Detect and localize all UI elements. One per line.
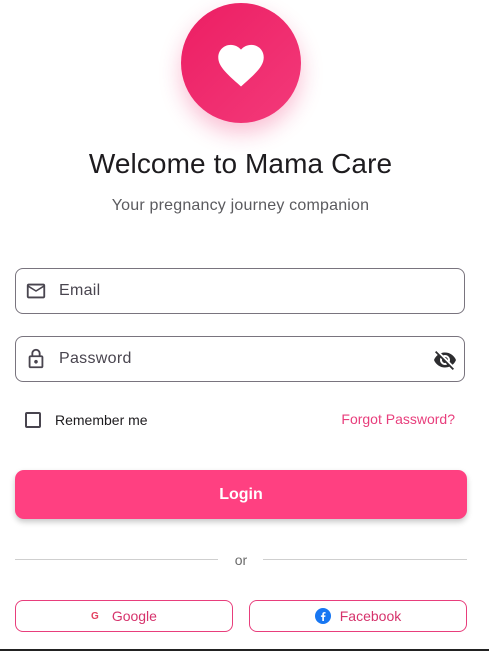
password-placeholder: Password bbox=[59, 350, 132, 367]
remember-me-checkbox[interactable] bbox=[25, 412, 41, 428]
app-logo bbox=[181, 3, 301, 123]
mail-icon bbox=[26, 283, 46, 299]
divider-label: or bbox=[234, 552, 248, 568]
facebook-button-label: Facebook bbox=[339, 608, 402, 624]
page-subtitle: Your pregnancy journey companion bbox=[111, 197, 370, 214]
facebook-login-button[interactable]: Facebook bbox=[249, 600, 467, 632]
page-title: Welcome to Mama Care bbox=[88, 148, 393, 179]
forgot-password-link[interactable]: Forgot Password? bbox=[341, 411, 455, 427]
lock-icon bbox=[28, 348, 44, 369]
google-icon: G bbox=[91, 610, 99, 622]
email-placeholder: Email bbox=[59, 282, 101, 299]
heart-icon bbox=[218, 44, 264, 87]
divider-left bbox=[15, 559, 218, 560]
google-login-button[interactable]: G Google bbox=[15, 600, 233, 632]
facebook-icon bbox=[314, 608, 331, 624]
login-button[interactable]: Login bbox=[15, 470, 467, 519]
email-field[interactable]: Email bbox=[15, 268, 465, 314]
divider-right bbox=[263, 559, 467, 560]
login-button-label: Login bbox=[219, 485, 263, 503]
remember-me-label: Remember me bbox=[55, 412, 148, 428]
visibility-off-icon[interactable] bbox=[433, 348, 457, 372]
remember-me-row: Remember me bbox=[25, 410, 148, 430]
google-button-label: Google bbox=[111, 608, 157, 624]
password-field[interactable]: Password bbox=[15, 336, 465, 382]
